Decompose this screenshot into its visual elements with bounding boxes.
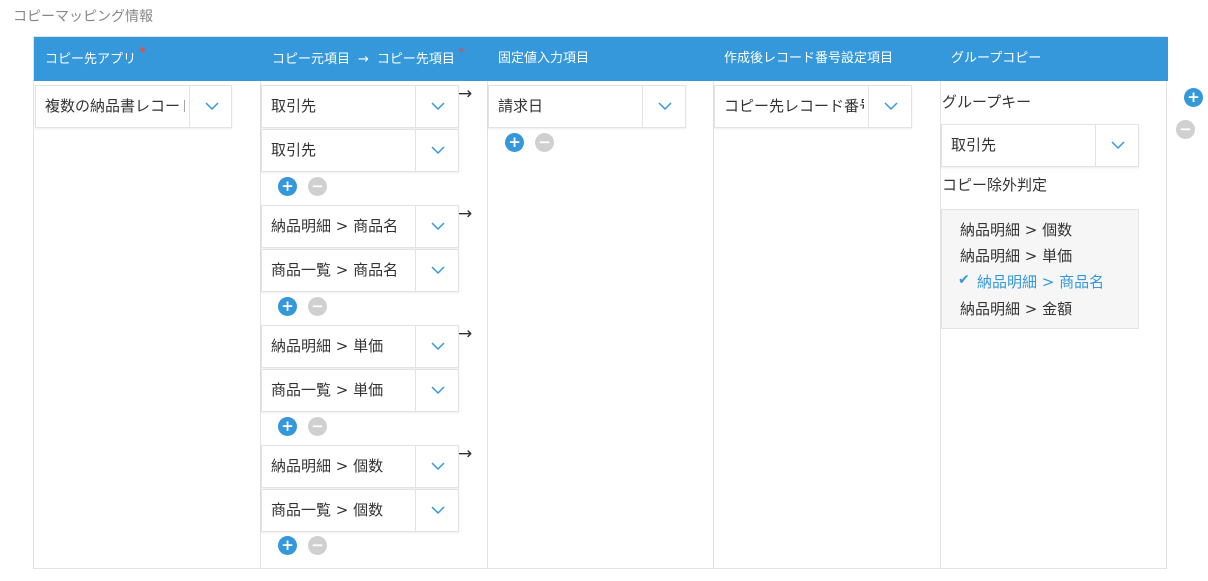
copy-dest-app-select[interactable]: 複数の納品書レコード [35,85,232,128]
add-fixed-value-button[interactable]: + [505,133,524,152]
record-number-select[interactable]: コピー先レコード番号 [714,85,912,128]
src-item-select[interactable]: 商品一覧 > 単価 [261,369,459,412]
remove-mapping-button[interactable]: − [1176,120,1195,139]
chevron-down-icon [205,102,219,111]
group-key-select[interactable]: 取引先 [941,124,1139,167]
src-item-select[interactable]: 納品明細 > 商品名 [261,205,459,248]
header-group-copy: グループコピー [951,51,1042,66]
mapping-arrow-icon: → [458,204,473,224]
chevron-down-icon [884,102,898,111]
src-item-select[interactable]: 商品一覧 > 商品名 [261,249,459,292]
chevron-down-icon [431,266,445,275]
exclusion-item[interactable]: 納品明細 > 個数 [960,219,1072,240]
remove-fixed-value-button[interactable]: − [535,133,554,152]
chevron-down-icon [431,506,445,515]
chevron-down-icon [431,222,445,231]
src-item-select[interactable]: 商品一覧 > 個数 [261,489,459,532]
chevron-down-icon [431,342,445,351]
header-fixed-value: 固定値入力項目 [498,51,590,66]
add-row-button[interactable]: + [278,536,297,555]
src-item-select[interactable]: 納品明細 > 個数 [261,445,459,488]
chevron-down-icon [431,146,445,155]
chevron-down-icon [1111,141,1125,150]
exclusion-item[interactable]: ✔ 納品明細 > 商品名 [958,271,1104,292]
chevron-down-icon [658,102,672,111]
chevron-down-icon [431,386,445,395]
exclusion-label: コピー除外判定 [942,176,1048,194]
column-divider [713,81,714,569]
src-item-select[interactable]: 取引先 [261,129,459,172]
required-mark: * [457,45,465,61]
exclusion-list: 納品明細 > 個数 納品明細 > 単価 ✔ 納品明細 > 商品名 納品明細 > … [941,209,1139,329]
arrow-icon: → [358,52,369,67]
add-row-button[interactable]: + [278,417,297,436]
remove-row-button[interactable]: − [308,536,327,555]
section-title: コピーマッピング情報 [13,9,153,25]
column-divider [487,81,488,569]
check-icon: ✔ [958,272,970,288]
chevron-down-icon [431,102,445,111]
header-record-number: 作成後レコード番号設定項目 [724,51,894,66]
mapping-arrow-icon: → [458,444,473,464]
exclusion-item[interactable]: 納品明細 > 金額 [960,298,1072,319]
add-row-button[interactable]: + [278,297,297,316]
exclusion-item[interactable]: 納品明細 > 単価 [960,245,1072,266]
copy-mapping-table: コピー先アプリ * コピー元項目 → コピー先項目 * 固定値入力項目 作成後レコード番… [33,36,1168,569]
remove-row-button[interactable]: − [308,177,327,196]
src-item-select[interactable]: 取引先 [261,85,459,128]
chevron-down-icon [431,462,445,471]
required-mark: * [139,45,147,61]
remove-row-button[interactable]: − [308,417,327,436]
group-key-label: グループキー [942,93,1032,111]
table-header: コピー先アプリ * コピー元項目 → コピー先項目 * 固定値入力項目 作成後レコード番… [34,37,1168,81]
mapping-arrow-icon: → [458,324,473,344]
header-copy-dest-app: コピー先アプリ * [45,45,147,67]
mapping-arrow-icon: → [458,84,473,104]
fixed-value-select[interactable]: 請求日 [488,85,686,128]
src-item-select[interactable]: 納品明細 > 単価 [261,325,459,368]
header-src-dest-item: コピー元項目 → コピー先項目 * [272,45,465,67]
add-mapping-button[interactable]: + [1184,88,1203,107]
remove-row-button[interactable]: − [308,297,327,316]
add-row-button[interactable]: + [278,177,297,196]
